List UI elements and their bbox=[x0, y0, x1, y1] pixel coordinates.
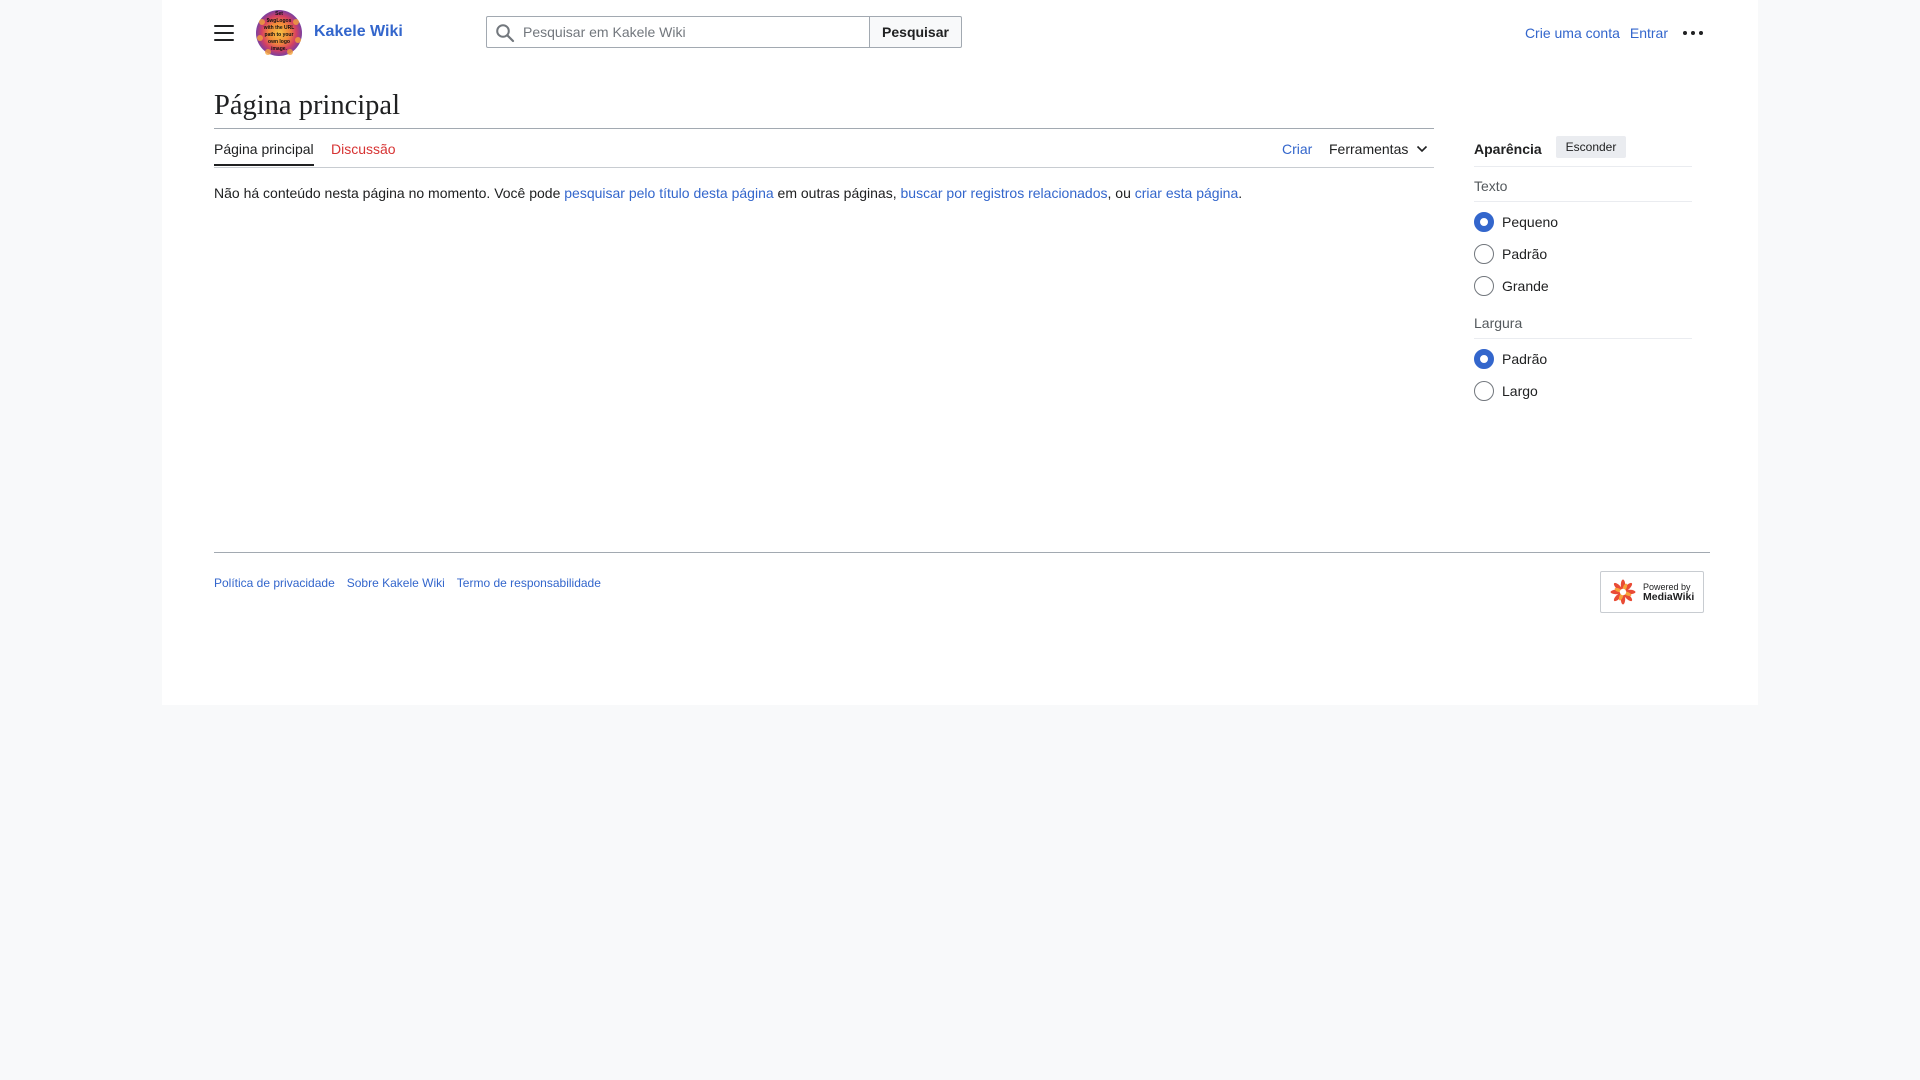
search-input[interactable] bbox=[523, 17, 863, 47]
powered-by-mediawiki-badge[interactable]: Powered by MediaWiki bbox=[1600, 571, 1704, 613]
site-wordmark[interactable]: Kakele Wiki bbox=[314, 23, 403, 41]
width-option-wide[interactable]: Largo bbox=[1474, 381, 1538, 401]
appearance-title: Aparência bbox=[1474, 141, 1542, 157]
mediawiki-flower-icon bbox=[1610, 579, 1636, 605]
text-size-option-small[interactable]: Pequeno bbox=[1474, 212, 1558, 232]
ellipsis-icon-dot bbox=[1699, 31, 1703, 35]
tab-main-page[interactable]: Página principal bbox=[214, 141, 314, 166]
notice-text-1: Não há conteúdo nesta página no momento.… bbox=[214, 185, 565, 201]
page-title: Página principal bbox=[214, 90, 400, 121]
more-options-button[interactable] bbox=[1680, 22, 1706, 44]
create-account-link[interactable]: Crie uma conta bbox=[1525, 25, 1620, 41]
footer-links: Política de privacidade Sobre Kakele Wik… bbox=[214, 576, 601, 590]
disclaimer-link[interactable]: Termo de responsabilidade bbox=[457, 576, 601, 590]
text-size-option-standard[interactable]: Padrão bbox=[1474, 244, 1547, 264]
appearance-header: Aparência Esconder bbox=[1474, 136, 1692, 167]
powered-by-text: Powered by MediaWiki bbox=[1643, 582, 1694, 602]
text-size-option-label: Pequeno bbox=[1502, 214, 1559, 230]
search-box bbox=[486, 16, 870, 48]
notice-text-3: , ou bbox=[1107, 185, 1135, 201]
main-menu-button[interactable] bbox=[212, 22, 236, 44]
tools-label: Ferramentas bbox=[1329, 141, 1409, 157]
tab-discussion[interactable]: Discussão bbox=[331, 141, 396, 157]
text-size-option-label: Padrão bbox=[1502, 246, 1548, 262]
empty-page-notice: Não há conteúdo nesta página no momento.… bbox=[214, 185, 1242, 201]
radio-unselected-icon[interactable] bbox=[1474, 244, 1494, 264]
width-option-label: Largo bbox=[1502, 383, 1538, 399]
logo-text-4: path to your bbox=[265, 32, 294, 38]
page-container: Set $wgLogos with the URL path to your o… bbox=[162, 0, 1758, 705]
appearance-panel: Aparência Esconder Texto Pequeno Padrão … bbox=[1474, 136, 1692, 401]
search-title-link[interactable]: pesquisar pelo título desta página bbox=[564, 185, 773, 201]
radio-selected-icon[interactable] bbox=[1474, 349, 1494, 369]
logo-text-5: own logo bbox=[268, 39, 290, 45]
page-tabs: Página principal Discussão Criar Ferrame… bbox=[214, 129, 1434, 168]
chevron-down-icon bbox=[1417, 145, 1428, 153]
notice-text-4: . bbox=[1238, 185, 1243, 201]
radio-unselected-icon[interactable] bbox=[1474, 276, 1494, 296]
hamburger-icon-bar bbox=[214, 32, 234, 35]
notice-text-2: em outras páginas, bbox=[773, 185, 901, 201]
about-link[interactable]: Sobre Kakele Wiki bbox=[347, 576, 445, 590]
hamburger-icon-bar bbox=[214, 39, 234, 42]
tab-create[interactable]: Criar bbox=[1282, 141, 1312, 157]
footer-divider bbox=[214, 552, 1710, 553]
logo-text-3: with the URL bbox=[263, 25, 295, 31]
ellipsis-icon bbox=[1683, 31, 1687, 35]
width-option-label: Padrão bbox=[1502, 351, 1548, 367]
text-size-option-label: Grande bbox=[1502, 278, 1549, 294]
radio-selected-icon[interactable] bbox=[1474, 212, 1494, 232]
related-logs-link[interactable]: buscar por registros relacionados bbox=[901, 185, 1108, 201]
tools-dropdown[interactable]: Ferramentas bbox=[1329, 141, 1428, 157]
search-button[interactable]: Pesquisar bbox=[869, 16, 962, 48]
radio-unselected-icon[interactable] bbox=[1474, 381, 1494, 401]
privacy-policy-link[interactable]: Política de privacidade bbox=[214, 576, 335, 590]
search-icon bbox=[496, 24, 515, 43]
site-logo[interactable]: Set $wgLogos with the URL path to your o… bbox=[254, 8, 304, 58]
search-form: Pesquisar bbox=[486, 16, 962, 48]
width-label: Largura bbox=[1474, 315, 1692, 339]
text-size-option-large[interactable]: Grande bbox=[1474, 276, 1549, 296]
mediawiki-name: MediaWiki bbox=[1643, 591, 1695, 603]
login-link[interactable]: Entrar bbox=[1630, 25, 1668, 41]
logo-text-2: $wgLogos bbox=[267, 18, 292, 24]
create-page-link[interactable]: criar esta página bbox=[1135, 185, 1239, 201]
text-size-label: Texto bbox=[1474, 178, 1692, 202]
logo-text-1: Set bbox=[275, 11, 283, 17]
user-links: Crie uma conta Entrar bbox=[1525, 25, 1668, 41]
logo-text-6: image. bbox=[271, 46, 287, 52]
ellipsis-icon-dot bbox=[1691, 31, 1695, 35]
hamburger-icon bbox=[214, 25, 234, 28]
width-option-standard[interactable]: Padrão bbox=[1474, 349, 1547, 369]
hide-appearance-button[interactable]: Esconder bbox=[1556, 136, 1626, 158]
